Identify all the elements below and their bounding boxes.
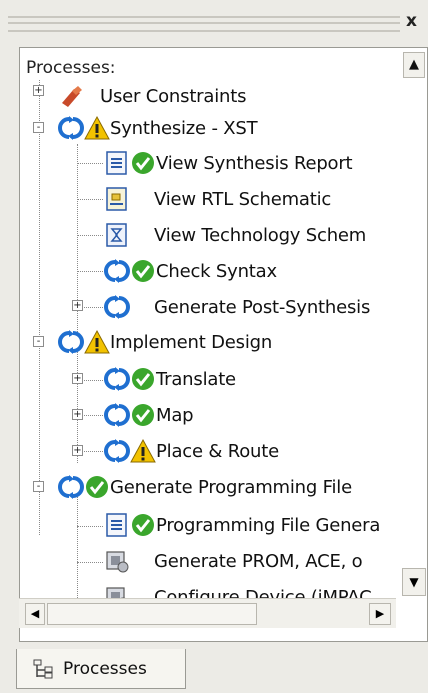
- tree-item-label: Synthesize - XST: [110, 117, 258, 139]
- tree-item-synthesize-xst[interactable]: Synthesize - XST: [58, 110, 258, 146]
- warning-icon: [84, 329, 110, 355]
- drag-grip[interactable]: [8, 16, 400, 32]
- tab-label: Processes: [63, 658, 147, 679]
- schematic-icon: [104, 186, 130, 212]
- close-icon[interactable]: x: [406, 10, 428, 32]
- tree-item-label: View RTL Schematic: [154, 188, 332, 210]
- tree-item-label: Generate PROM, ACE, o: [154, 550, 363, 572]
- tree-item-label: Generate Post-Synthesis: [154, 296, 371, 318]
- tree-item-label: Place & Route: [156, 440, 279, 462]
- expander[interactable]: +: [33, 85, 44, 96]
- expander[interactable]: -: [33, 336, 44, 347]
- expander[interactable]: -: [33, 122, 44, 133]
- processes-panel: Processes: ▲ + User Constraints - Synthe…: [19, 47, 428, 642]
- tree-item-label: Programming File Genera: [156, 514, 381, 536]
- check-icon: [130, 150, 156, 176]
- refresh-icon: [104, 294, 130, 320]
- warning-icon: [130, 438, 156, 464]
- scroll-left-button[interactable]: ◀: [25, 603, 45, 625]
- tree-item-view-synthesis-report[interactable]: View Synthesis Report: [104, 145, 353, 181]
- horizontal-scrollbar[interactable]: ◀ ▶: [19, 598, 396, 628]
- tree-item-check-syntax[interactable]: Check Syntax: [104, 253, 277, 289]
- report-icon: [104, 150, 130, 176]
- tree-item-map[interactable]: Map: [104, 397, 194, 433]
- constraints-icon: [58, 83, 84, 109]
- tree-item-label: Implement Design: [110, 331, 273, 353]
- check-icon: [130, 366, 156, 392]
- refresh-icon: [58, 115, 84, 141]
- expander[interactable]: -: [33, 481, 44, 492]
- tree-item-user-constraints[interactable]: User Constraints: [58, 78, 246, 114]
- tree-item-view-technology-schematic[interactable]: View Technology Schem: [104, 217, 366, 253]
- refresh-icon: [58, 329, 84, 355]
- check-icon: [130, 258, 156, 284]
- tree-item-generate-prom-ace[interactable]: Generate PROM, ACE, o: [104, 543, 363, 579]
- tree-item-implement-design[interactable]: Implement Design: [58, 324, 272, 360]
- tree-item-label: Translate: [156, 368, 236, 390]
- expander[interactable]: +: [72, 300, 83, 311]
- tree-item-translate[interactable]: Translate: [104, 361, 236, 397]
- warning-icon: [84, 115, 110, 141]
- processes-tab-icon: [33, 658, 55, 680]
- scroll-down-button[interactable]: ▼: [402, 568, 426, 596]
- tree-item-generate-programming-file[interactable]: Generate Programming File: [58, 469, 352, 505]
- tree-item-label: Map: [156, 404, 194, 426]
- scroll-thumb[interactable]: [47, 603, 257, 625]
- tree-item-generate-post-synthesis[interactable]: Generate Post-Synthesis: [104, 289, 370, 325]
- expander[interactable]: +: [72, 445, 83, 456]
- check-icon: [130, 512, 156, 538]
- tree-item-label: User Constraints: [100, 85, 247, 107]
- check-icon: [130, 402, 156, 428]
- report-icon: [104, 512, 130, 538]
- process-tree: + User Constraints - Synthesize - XST Vi…: [20, 48, 427, 641]
- tab-processes[interactable]: Processes: [16, 649, 186, 689]
- tree-item-label: View Technology Schem: [154, 224, 367, 246]
- tree-item-programming-file-generation-report[interactable]: Programming File Genera: [104, 507, 380, 543]
- check-icon: [84, 474, 110, 500]
- refresh-icon: [104, 366, 130, 392]
- tree-item-view-rtl-schematic[interactable]: View RTL Schematic: [104, 181, 331, 217]
- tree-item-place-and-route[interactable]: Place & Route: [104, 433, 279, 469]
- device-icon: [104, 548, 130, 574]
- tree-item-label: Check Syntax: [156, 260, 277, 282]
- expander[interactable]: +: [72, 409, 83, 420]
- scroll-right-button[interactable]: ▶: [369, 603, 391, 625]
- schematic-icon: [104, 222, 130, 248]
- refresh-icon: [104, 258, 130, 284]
- expander[interactable]: +: [72, 373, 83, 384]
- panel-title-bar[interactable]: x: [0, 0, 428, 40]
- tree-item-label: View Synthesis Report: [156, 152, 353, 174]
- refresh-icon: [58, 474, 84, 500]
- refresh-icon: [104, 438, 130, 464]
- tree-item-label: Generate Programming File: [110, 476, 352, 498]
- refresh-icon: [104, 402, 130, 428]
